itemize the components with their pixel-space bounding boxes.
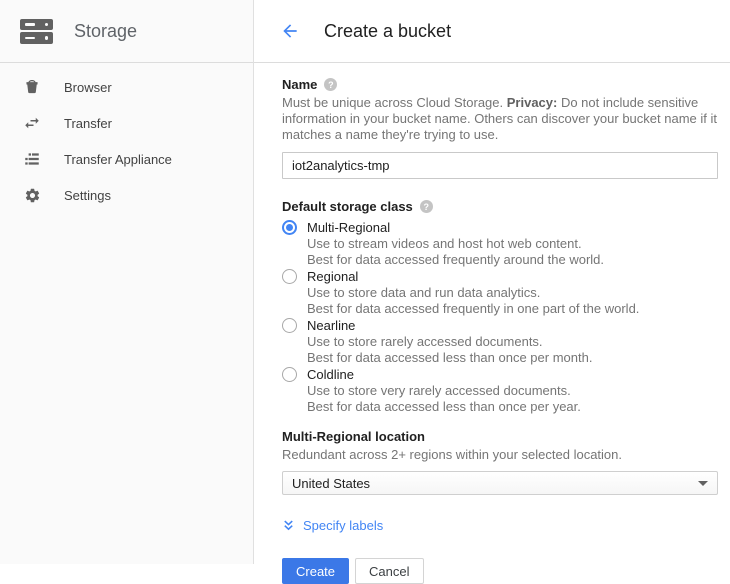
radio-regional[interactable] (282, 269, 297, 284)
swap-arrows-icon (23, 114, 41, 132)
option-description: Use to store rarely accessed documents. (307, 334, 592, 350)
option-description: Use to store data and run data analytics… (307, 285, 639, 301)
sidebar-item-label: Transfer (64, 116, 112, 131)
sidebar-item-settings[interactable]: Settings (0, 177, 253, 213)
page-header: Create a bucket (254, 0, 730, 63)
name-label: Name (282, 77, 317, 92)
sidebar-header: Storage (0, 0, 253, 63)
storage-class-options: Multi-Regional Use to stream videos and … (282, 219, 718, 414)
option-coldline[interactable]: Coldline Use to store very rarely access… (282, 366, 718, 414)
location-label: Multi-Regional location (282, 429, 718, 444)
gear-icon (23, 186, 41, 204)
double-chevron-down-icon (282, 519, 295, 532)
back-arrow-icon[interactable] (280, 21, 300, 41)
sidebar-item-transfer[interactable]: Transfer (0, 105, 253, 141)
bucket-name-input[interactable] (282, 152, 718, 179)
sidebar-item-transfer-appliance[interactable]: Transfer Appliance (0, 141, 253, 177)
option-description: Use to stream videos and host hot web co… (307, 236, 604, 252)
appliance-list-icon (23, 150, 41, 168)
bucket-icon (23, 78, 41, 96)
sidebar-item-label: Transfer Appliance (64, 152, 172, 167)
sidebar-nav: Browser Transfer Transfer Appliance (0, 63, 253, 213)
page-title: Create a bucket (324, 21, 451, 42)
location-description: Redundant across 2+ regions within your … (282, 447, 718, 463)
app-window: Storage Browser Transfer (0, 0, 730, 564)
option-description: Use to store very rarely accessed docume… (307, 383, 581, 399)
radio-coldline[interactable] (282, 367, 297, 382)
create-button[interactable]: Create (282, 558, 349, 584)
option-label[interactable]: Nearline (307, 317, 592, 334)
radio-nearline[interactable] (282, 318, 297, 333)
option-description: Best for data accessed frequently in one… (307, 301, 639, 317)
storage-logo-icon (20, 19, 53, 44)
option-description: Best for data accessed less than once pe… (307, 399, 581, 415)
sidebar: Storage Browser Transfer (0, 0, 254, 564)
option-label[interactable]: Coldline (307, 366, 581, 383)
option-label[interactable]: Regional (307, 268, 639, 285)
name-help-icon[interactable]: ? (324, 78, 337, 91)
option-description: Best for data accessed less than once pe… (307, 350, 592, 366)
storage-class-label: Default storage class (282, 199, 413, 214)
specify-labels-text: Specify labels (303, 518, 383, 533)
specify-labels-link[interactable]: Specify labels (282, 518, 383, 533)
dropdown-arrow-icon (698, 481, 708, 486)
location-dropdown[interactable]: United States (282, 471, 718, 495)
main-panel: Create a bucket Name ? Must be unique ac… (254, 0, 730, 564)
option-description: Best for data accessed frequently around… (307, 252, 604, 268)
option-label[interactable]: Multi-Regional (307, 219, 604, 236)
storage-class-help-icon[interactable]: ? (420, 200, 433, 213)
cancel-button[interactable]: Cancel (355, 558, 423, 584)
privacy-label: Privacy: (507, 95, 558, 110)
name-description: Must be unique across Cloud Storage. Pri… (282, 95, 718, 143)
location-dropdown-value: United States (292, 476, 698, 491)
option-multi-regional[interactable]: Multi-Regional Use to stream videos and … (282, 219, 718, 267)
sidebar-item-label: Settings (64, 188, 111, 203)
sidebar-title: Storage (74, 21, 137, 42)
sidebar-item-browser[interactable]: Browser (0, 69, 253, 105)
sidebar-item-label: Browser (64, 80, 112, 95)
option-nearline[interactable]: Nearline Use to store rarely accessed do… (282, 317, 718, 365)
option-regional[interactable]: Regional Use to store data and run data … (282, 268, 718, 316)
create-bucket-form: Name ? Must be unique across Cloud Stora… (282, 77, 718, 584)
radio-multi-regional[interactable] (282, 220, 297, 235)
